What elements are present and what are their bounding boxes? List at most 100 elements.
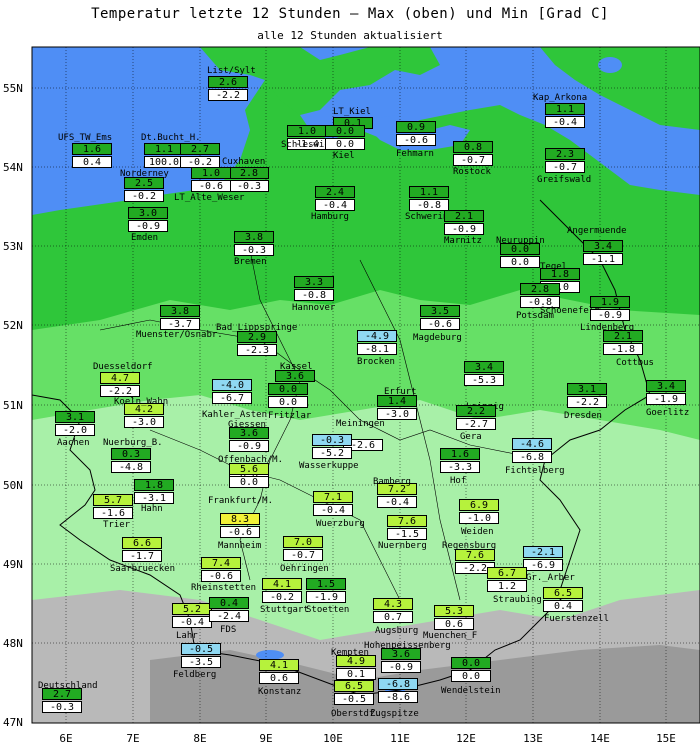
station-helgoland: 2.7 -0.2 xyxy=(180,143,220,169)
station-label: Giessen xyxy=(228,420,266,430)
lat-label: 47N xyxy=(3,716,23,729)
station-min-value: -0.9 xyxy=(381,661,421,673)
station-max-value: 3.1 xyxy=(55,411,95,423)
station-label: Deutschland xyxy=(38,681,98,691)
station-max-value: 6.5 xyxy=(334,680,374,692)
station-label: Straubing xyxy=(493,595,542,605)
station-min-value: -2.2 xyxy=(208,89,248,101)
station-min-value: 0.0 xyxy=(229,476,269,488)
station-dresden: 3.1 -2.2 xyxy=(567,383,607,409)
station-feldberg: -0.5 -3.5 xyxy=(181,643,221,669)
station-bremen: 3.8 -0.3 xyxy=(234,231,274,257)
station-label: Bad_Lippspringe xyxy=(216,323,298,333)
station-min-value: -1.8 xyxy=(603,343,643,355)
station-rostock: 0.8 -0.7 xyxy=(453,141,493,167)
station-lt-alte-weser: 1.0 -0.6 xyxy=(191,167,231,193)
lat-label: 53N xyxy=(3,240,23,253)
station-max-value: 1.9 xyxy=(590,296,630,308)
station-max-value: 0.4 xyxy=(209,597,249,609)
station-max-value: 6.5 xyxy=(543,587,583,599)
station-min-value: -4.8 xyxy=(111,461,151,473)
station-nuerburg-b-: 0.3 -4.8 xyxy=(111,448,151,474)
station-label: Aachen xyxy=(57,438,90,448)
station-min-value: -0.9 xyxy=(444,223,484,235)
station-label: Marnitz xyxy=(444,236,482,246)
station-max-value: 7.0 xyxy=(283,536,323,548)
station-max-value: 4.1 xyxy=(259,659,299,671)
station-max-value: 5.3 xyxy=(434,605,474,617)
station-max-value: 1.6 xyxy=(72,143,112,155)
station-max-value: 0.9 xyxy=(396,121,436,133)
station-max-value: -0.3 xyxy=(312,434,352,446)
station-min-value: -0.3 xyxy=(42,701,82,713)
station-max-value: 3.8 xyxy=(160,305,200,317)
station-min-value: -0.6 xyxy=(191,180,231,192)
station-fuerstenzell: 6.5 0.4 xyxy=(543,587,583,613)
station-max-value: 2.7 xyxy=(180,143,220,155)
station-min-value: -6.8 xyxy=(512,451,552,463)
station-min-value: 0.0 xyxy=(451,670,491,682)
station-label: Mannheim xyxy=(218,541,262,551)
station-label: Kassel xyxy=(280,362,313,372)
station-max-value: 1.5 xyxy=(306,578,346,590)
station-min-value: -1.1 xyxy=(583,253,623,265)
station-label: Weiden xyxy=(461,527,494,537)
station-kap-arkona: 1.1 -0.4 xyxy=(545,103,585,129)
station-weiden: 6.9 -1.0 xyxy=(459,499,499,525)
lon-label: 14E xyxy=(590,732,610,745)
station-label: Tegel xyxy=(540,262,568,272)
station-label: Muenchen_F xyxy=(423,631,478,641)
station-label: Fichtelberg xyxy=(505,466,565,476)
station-label: LT_Kiel xyxy=(333,107,371,117)
station-label: Koeln_Wahn xyxy=(114,397,169,407)
station-label: Hof xyxy=(450,476,467,486)
station-straubing: 6.7 1.2 xyxy=(487,567,527,593)
station-min-value: -3.3 xyxy=(440,461,480,473)
station-min-value: -0.3 xyxy=(234,244,274,256)
station-min-value: -0.6 xyxy=(220,526,260,538)
station-label: Angermuende xyxy=(567,226,627,236)
station-augsburg: 4.3 0.7 xyxy=(373,598,413,624)
lon-label: 8E xyxy=(193,732,206,745)
station-min-value: -0.3 xyxy=(229,180,269,192)
station-min-value: -1.9 xyxy=(646,393,686,405)
station-min-value: -0.8 xyxy=(409,199,449,211)
station-max-value: 1.0 xyxy=(191,167,231,179)
station-norderney: 2.5 -0.2 xyxy=(124,177,164,203)
station-max-value: 2.1 xyxy=(444,210,484,222)
station-min-value: -2.7 xyxy=(456,418,496,430)
station-kempten: 4.9 0.1 xyxy=(336,655,376,681)
station-label: Bamberg xyxy=(373,477,411,487)
station-nuernberg: 7.6 -1.5 xyxy=(387,515,427,541)
station-lahr: 5.2 -0.4 xyxy=(172,603,212,629)
lon-label: 7E xyxy=(126,732,139,745)
station-label: UFS_TW_Ems xyxy=(58,133,113,143)
station-label: Augsburg xyxy=(375,626,419,636)
station-max-value: 5.6 xyxy=(229,463,269,475)
station-muenchen-f: 5.3 0.6 xyxy=(434,605,474,631)
station-max-value: -4.9 xyxy=(357,330,397,342)
station-min-value: -0.2 xyxy=(124,190,164,202)
station-max-value: 5.7 xyxy=(93,494,133,506)
station-label: Saarbruecken xyxy=(110,564,176,574)
station-min-value: -0.7 xyxy=(283,549,323,561)
station-min-value: -0.4 xyxy=(377,496,417,508)
station-wuerzburg: 7.1 -0.4 xyxy=(313,491,353,517)
station-max-value: 1.6 xyxy=(440,448,480,460)
station-brocken: -4.9 -8.1 xyxy=(357,330,397,356)
station-saarbruecken: 6.6 -1.7 xyxy=(122,537,162,563)
station-max-value: 2.6 xyxy=(208,76,248,88)
station-label: Stoetten xyxy=(306,605,350,615)
station-max-value: 1.1 xyxy=(409,186,449,198)
station-min-value: -5.3 xyxy=(464,374,504,386)
station-label: Bremen xyxy=(234,257,267,267)
station-stoetten: 1.5 -1.9 xyxy=(306,578,346,604)
station-min-value: 0.0 xyxy=(268,396,308,408)
station-label: Dt.Bucht_H. xyxy=(141,133,201,143)
station-cuxhaven: 2.8 -0.3 xyxy=(229,167,269,193)
station-max-value: 2.4 xyxy=(315,186,355,198)
lat-axis: 55N 54N 53N 52N 51N 50N 49N 48N 47N xyxy=(3,82,23,729)
station-label: Regensburg xyxy=(442,541,497,551)
station-label: Wasserkuppe xyxy=(299,461,359,471)
station-rheinstetten: 7.4 -0.6 xyxy=(201,557,241,583)
